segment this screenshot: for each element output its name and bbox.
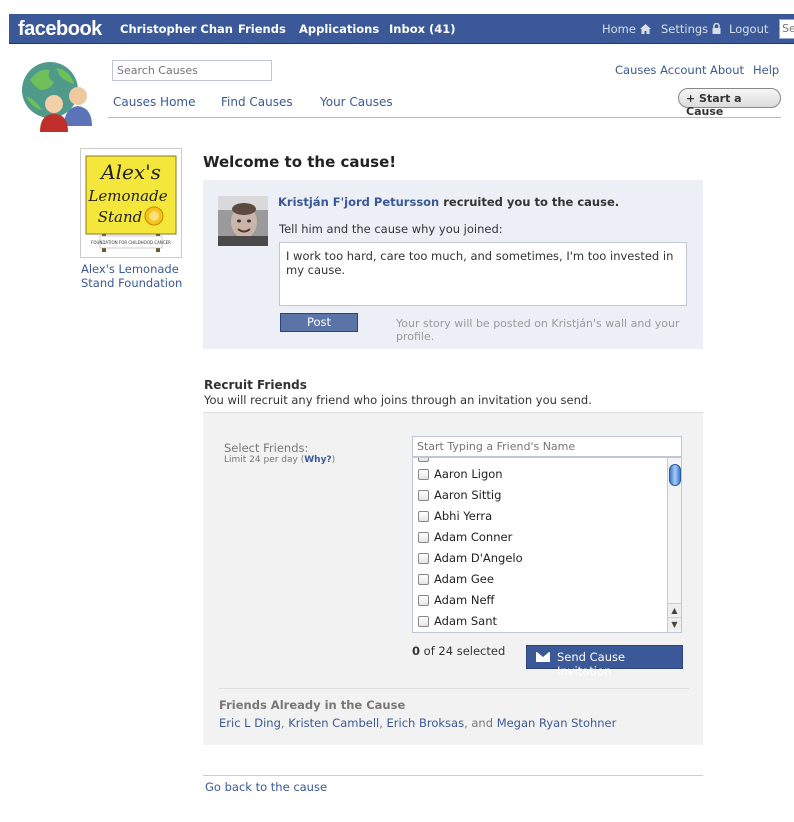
send-cause-invitation-button[interactable]: Send Cause Invitation xyxy=(526,645,683,678)
send-button-label: Send Cause Invitation xyxy=(557,650,626,678)
list-item[interactable]: Adam Neff xyxy=(418,593,494,614)
start-a-cause-button[interactable]: + Start a Cause xyxy=(678,88,781,118)
footer-divider xyxy=(203,775,703,776)
help-link[interactable]: Help xyxy=(753,63,779,77)
about-link[interactable]: About xyxy=(710,63,744,77)
list-item[interactable]: Adam Gee xyxy=(418,572,494,593)
logo-line-1: Alex's xyxy=(99,160,161,184)
nav-applications-link[interactable]: Applications xyxy=(299,22,379,36)
recruiter-avatar[interactable] xyxy=(218,196,268,246)
top-search-input[interactable]: Se xyxy=(779,19,794,39)
friend-in-cause-link[interactable]: Eric L Ding xyxy=(219,716,281,730)
friend-checkbox[interactable] xyxy=(418,469,429,480)
story-label: Tell him and the cause why you joined: xyxy=(279,222,503,236)
friend-name: Abhi Yerra xyxy=(434,509,493,523)
friend-name: Adam Conner xyxy=(434,530,513,544)
recruited-message: Kristján F'jord Petursson recruited you … xyxy=(278,195,619,209)
scroll-thumb[interactable] xyxy=(669,464,681,486)
separator: , xyxy=(379,716,387,730)
recruiter-panel: Kristján F'jord Petursson recruited you … xyxy=(203,180,703,349)
friend-checkbox[interactable] xyxy=(418,458,429,462)
logo-subtitle: FOUNDATION FOR CHILDHOOD CANCER xyxy=(91,240,171,245)
causes-account-link[interactable]: Causes Account xyxy=(615,63,707,77)
friend-list-scrollbar[interactable]: ▲ ▼ xyxy=(667,458,681,632)
nav-friends-link[interactable]: Friends xyxy=(238,22,286,36)
separator-and: , and xyxy=(464,716,497,730)
scroll-up-icon[interactable]: ▲ xyxy=(668,603,681,616)
list-item[interactable]: Aaron Sittig xyxy=(418,488,501,509)
top-bar: facebook Christopher Chan Friends Applic… xyxy=(9,14,794,44)
limit-end: ) xyxy=(331,455,336,465)
envelope-icon xyxy=(536,652,550,662)
recruiter-photo-image xyxy=(218,196,268,246)
friend-in-cause-link[interactable]: Kristen Cambell xyxy=(288,716,379,730)
post-button[interactable]: Post xyxy=(280,313,358,332)
causes-logo[interactable] xyxy=(20,60,98,132)
find-causes-link[interactable]: Find Causes xyxy=(221,95,293,109)
friend-name: Adam D'Angelo xyxy=(434,551,523,565)
facebook-logo[interactable]: facebook xyxy=(18,18,102,41)
recruited-text: recruited you to the cause. xyxy=(439,195,620,209)
friends-in-cause-list: Eric L Ding, Kristen Cambell, Erich Brok… xyxy=(219,716,616,730)
friend-checkbox[interactable] xyxy=(418,490,429,501)
limit-text: Limit 24 per day ( xyxy=(224,455,305,465)
friend-name: Adam Neff xyxy=(434,593,495,607)
friend-checkbox[interactable] xyxy=(418,511,429,522)
home-icon xyxy=(639,24,651,34)
friend-checkbox[interactable] xyxy=(418,532,429,543)
page-title: Welcome to the cause! xyxy=(203,153,397,171)
causes-search-input[interactable] xyxy=(112,60,272,81)
list-item[interactable]: Abhi Yerra xyxy=(418,509,492,530)
list-item[interactable]: Adam Conner xyxy=(418,530,512,551)
logo-line-2: Lemonade xyxy=(87,187,167,205)
friend-in-cause-link[interactable]: Erich Broksas xyxy=(387,716,465,730)
friend-checkbox[interactable] xyxy=(418,595,429,606)
go-back-link[interactable]: Go back to the cause xyxy=(205,780,327,794)
friend-name: Aaron Ligon xyxy=(434,467,503,481)
friend-checkbox[interactable] xyxy=(418,616,429,627)
list-item[interactable]: Aaron Ligon xyxy=(418,467,503,488)
why-link[interactable]: Why? xyxy=(304,455,331,465)
friend-in-cause-link[interactable]: Megan Ryan Stohner xyxy=(497,716,617,730)
nav-inbox-link[interactable]: Inbox (41) xyxy=(389,22,456,36)
list-item[interactable]: Adam D'Angelo xyxy=(418,551,523,572)
recruit-friends-heading: Recruit Friends xyxy=(204,378,307,392)
nav-home-label: Home xyxy=(602,22,636,36)
cause-name-link[interactable]: Alex's Lemonade Stand Foundation xyxy=(81,262,191,290)
friend-name: Adam Sant xyxy=(434,614,498,628)
post-note: Your story will be posted on Kristján's … xyxy=(396,317,680,343)
cause-logo[interactable]: Alex's Lemonade Stand FOUNDATION FOR CHI… xyxy=(80,148,182,258)
friend-checkbox[interactable] xyxy=(418,553,429,564)
selected-number: 0 xyxy=(412,644,421,658)
nav-settings-label: Settings xyxy=(661,22,709,36)
friend-checkbox[interactable] xyxy=(418,574,429,585)
limit-label: Limit 24 per day (Why?) xyxy=(224,455,335,465)
list-item[interactable]: Adam Sant xyxy=(418,614,498,632)
causes-globe-people-icon xyxy=(22,62,92,132)
recruiter-name-link[interactable]: Kristján F'jord Petursson xyxy=(278,195,439,209)
divider xyxy=(219,688,689,689)
header-divider xyxy=(108,117,781,118)
friend-list[interactable]: Aaron Ligon Aaron Sittig Abhi Yerra Adam… xyxy=(412,457,682,633)
friend-name: Aaron Sittig xyxy=(434,488,502,502)
nav-logout-link[interactable]: Logout xyxy=(729,22,768,36)
friends-in-cause-heading: Friends Already in the Cause xyxy=(219,698,406,712)
nav-home-link[interactable]: Home xyxy=(602,22,651,36)
causes-home-link[interactable]: Causes Home xyxy=(113,95,195,109)
friend-name: Adam Gee xyxy=(434,572,494,586)
logo-line-3: Stand xyxy=(98,208,143,226)
select-friends-label: Select Friends: xyxy=(224,441,309,455)
lock-icon xyxy=(712,22,721,34)
recruit-friends-subtitle: You will recruit any friend who joins th… xyxy=(204,393,592,407)
friend-search-input[interactable] xyxy=(412,436,682,457)
lemonade-stand-logo: Alex's Lemonade Stand FOUNDATION FOR CHI… xyxy=(84,152,178,254)
selected-count: 0 of 24 selected xyxy=(412,644,505,658)
your-causes-link[interactable]: Your Causes xyxy=(320,95,393,109)
nav-settings-link[interactable]: Settings xyxy=(661,22,721,36)
story-textarea[interactable]: I work too hard, care too much, and some… xyxy=(279,242,687,306)
selected-suffix: of 24 selected xyxy=(420,644,506,658)
scroll-down-icon[interactable]: ▼ xyxy=(668,617,681,630)
friend-selector-panel: Select Friends: Limit 24 per day (Why?) … xyxy=(203,412,703,745)
nav-profile-link[interactable]: Christopher Chan xyxy=(120,22,233,36)
